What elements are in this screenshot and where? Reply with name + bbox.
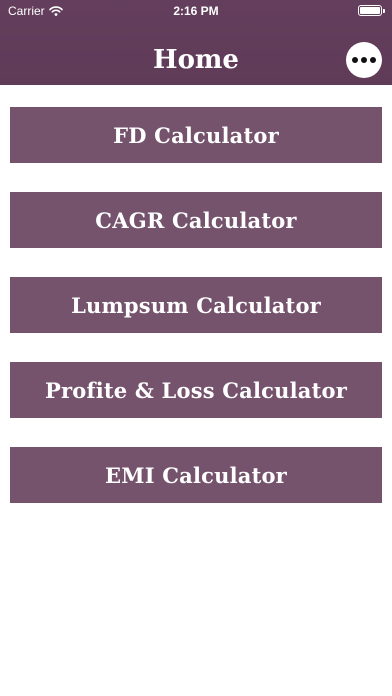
- battery-icon: [358, 5, 385, 16]
- lumpsum-calculator-button[interactable]: Lumpsum Calculator: [10, 277, 382, 333]
- cagr-calculator-button[interactable]: CAGR Calculator: [10, 192, 382, 248]
- emi-calculator-button[interactable]: EMI Calculator: [10, 447, 382, 503]
- page-title: Home: [153, 45, 239, 75]
- profit-loss-calculator-button[interactable]: Profite & Loss Calculator: [10, 362, 382, 418]
- ellipsis-icon: [352, 57, 358, 63]
- status-time: 2:16 PM: [173, 4, 219, 18]
- app-screen: Carrier 2:16 PM Home FD Calculator CAGR …: [0, 0, 392, 696]
- more-options-button[interactable]: [346, 42, 382, 78]
- fd-calculator-button[interactable]: FD Calculator: [10, 107, 382, 163]
- status-bar: Carrier 2:16 PM: [0, 0, 392, 22]
- ellipsis-dot: [370, 57, 376, 63]
- navigation-bar: Carrier 2:16 PM Home: [0, 0, 392, 85]
- ellipsis-dot: [361, 57, 367, 63]
- calculator-menu: FD Calculator CAGR Calculator Lumpsum Ca…: [10, 107, 382, 532]
